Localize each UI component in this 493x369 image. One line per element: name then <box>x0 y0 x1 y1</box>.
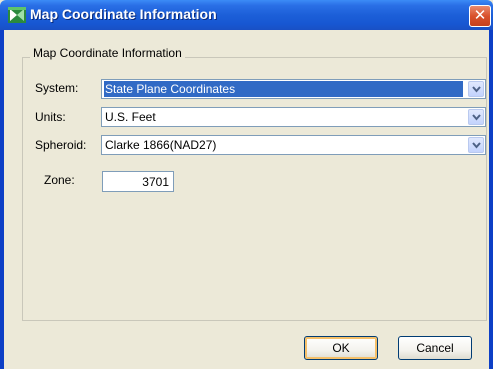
window-border-left <box>0 30 4 369</box>
close-button[interactable]: ✕ <box>469 5 491 27</box>
spheroid-value: Clarke 1866(NAD27) <box>105 138 217 152</box>
system-dropdown[interactable]: State Plane Coordinates <box>101 79 486 99</box>
app-icon <box>8 7 26 23</box>
chevron-down-icon <box>472 142 481 149</box>
ok-button[interactable]: OK <box>304 336 378 360</box>
chevron-down-icon <box>472 114 481 121</box>
spheroid-dropdown[interactable]: Clarke 1866(NAD27) <box>101 135 486 155</box>
units-dropdown[interactable]: U.S. Feet <box>101 107 486 127</box>
cancel-button[interactable]: Cancel <box>398 336 472 360</box>
title-bar[interactable]: Map Coordinate Information ✕ <box>0 0 493 30</box>
system-dropdown-button[interactable] <box>468 81 484 97</box>
system-label: System: <box>35 81 79 95</box>
chevron-down-icon <box>472 86 481 93</box>
zone-field[interactable]: 3701 <box>102 171 174 192</box>
spheroid-dropdown-button[interactable] <box>468 137 484 153</box>
zone-value: 3701 <box>142 175 169 189</box>
units-dropdown-button[interactable] <box>468 109 484 125</box>
group-legend: Map Coordinate Information <box>30 46 185 60</box>
window-title: Map Coordinate Information <box>30 6 217 22</box>
close-icon: ✕ <box>473 6 487 24</box>
window-border-right <box>489 30 493 369</box>
cancel-button-label: Cancel <box>416 341 454 355</box>
ok-button-label: OK <box>332 341 350 355</box>
system-value: State Plane Coordinates <box>104 81 463 97</box>
dialog-window: Map Coordinate Information ✕ Map Coordin… <box>0 0 493 369</box>
zone-label: Zone: <box>44 173 75 187</box>
units-label: Units: <box>35 110 66 124</box>
units-value: U.S. Feet <box>105 110 156 124</box>
spheroid-label: Spheroid: <box>35 138 87 152</box>
